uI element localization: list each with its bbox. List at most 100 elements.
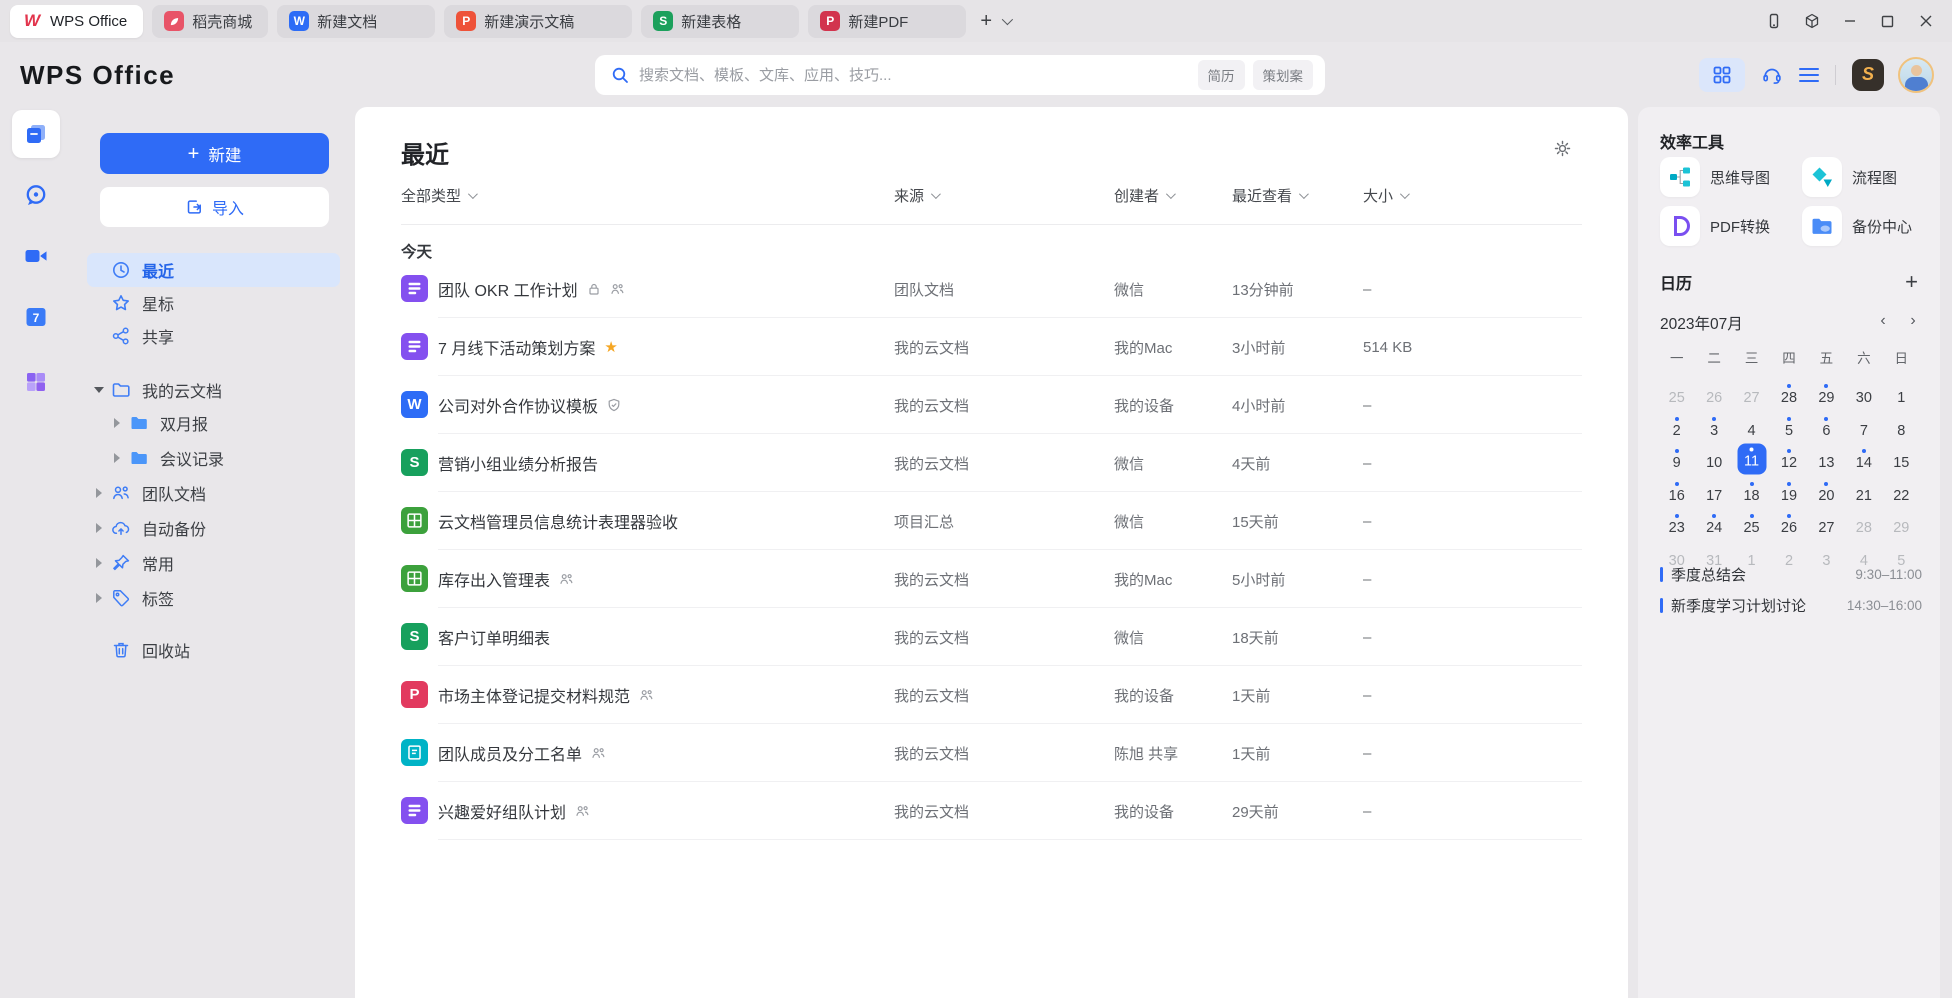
search-tag-resume[interactable]: 简历 [1198, 60, 1245, 90]
sidebar-item-meeting-notes[interactable]: 会议记录 [87, 441, 340, 475]
sidebar-item-my-cloud-docs[interactable]: 我的云文档 [87, 373, 340, 407]
app-tab-writer[interactable]: W新建文档 [277, 5, 435, 38]
sidebar-item-frequent[interactable]: 常用 [87, 546, 340, 580]
calendar-day[interactable]: 5 [1770, 410, 1807, 443]
calendar-day[interactable]: 15 [1883, 443, 1920, 476]
minimize-window-button[interactable] [1841, 13, 1858, 30]
sidebar-item-recent[interactable]: 最近 [87, 253, 340, 287]
calendar-day[interactable]: 8 [1883, 410, 1920, 443]
app-tab-docer[interactable]: 稻壳商城 [152, 5, 268, 38]
tool-mindmap[interactable]: 思维导图 [1660, 157, 1770, 197]
tool-backup-center[interactable]: 备份中心 [1802, 206, 1912, 246]
calendar-day-selected[interactable]: 11 [1733, 443, 1770, 476]
search-tag-plan[interactable]: 策划案 [1253, 60, 1314, 90]
rail-item-meeting[interactable] [12, 232, 60, 280]
sidebar-item-team-docs[interactable]: 团队文档 [87, 476, 340, 510]
filter-viewed[interactable]: 最近查看 [1232, 185, 1306, 206]
search-input[interactable] [639, 67, 1190, 84]
vip-badge-icon[interactable]: S [1852, 59, 1884, 91]
calendar-day[interactable]: 23 [1658, 508, 1695, 541]
calendar-day[interactable]: 16 [1658, 475, 1695, 508]
file-row[interactable]: W公司对外合作协议模板我的云文档我的设备4小时前– [355, 376, 1628, 434]
app-tab-spreadsheet[interactable]: S新建表格 [641, 5, 799, 38]
calendar-add-button[interactable]: + [1905, 271, 1918, 293]
app-tab-wps-home[interactable]: WWPS Office [10, 5, 143, 38]
file-row[interactable]: S客户订单明细表我的云文档微信18天前– [355, 608, 1628, 666]
calendar-day[interactable]: 6 [1808, 410, 1845, 443]
calendar-day[interactable]: 26 [1770, 508, 1807, 541]
caret-right-icon[interactable] [87, 523, 111, 533]
sidebar-item-bimonthly-report[interactable]: 双月报 [87, 406, 340, 440]
calendar-day[interactable]: 17 [1695, 475, 1732, 508]
calendar-day[interactable]: 21 [1845, 475, 1882, 508]
tab-list-chevron-icon[interactable] [1002, 14, 1013, 25]
calendar-day[interactable]: 12 [1770, 443, 1807, 476]
calendar-day[interactable]: 18 [1733, 475, 1770, 508]
rail-item-apps[interactable] [12, 358, 60, 406]
calendar-day[interactable]: 29 [1883, 508, 1920, 541]
file-row[interactable]: 团队成员及分工名单我的云文档陈旭 共享1天前– [355, 724, 1628, 782]
file-row[interactable]: 云文档管理员信息统计表理器验收项目汇总微信15天前– [355, 492, 1628, 550]
calendar-day[interactable]: 4 [1733, 410, 1770, 443]
file-row[interactable]: 团队 OKR 工作计划团队文档微信13分钟前– [355, 260, 1628, 318]
mobile-window-button[interactable] [1765, 13, 1782, 30]
caret-right-icon[interactable] [87, 593, 111, 603]
tool-flowchart[interactable]: 流程图 [1802, 157, 1897, 197]
calendar-day[interactable]: 30 [1845, 378, 1882, 411]
calendar-day[interactable]: 13 [1808, 443, 1845, 476]
caret-down-icon[interactable] [87, 387, 111, 393]
calendar-day[interactable]: 27 [1733, 378, 1770, 411]
rail-item-calendar[interactable]: 7 [12, 293, 60, 341]
calendar-day[interactable]: 9 [1658, 443, 1695, 476]
calendar-day[interactable]: 2 [1658, 410, 1695, 443]
calendar-day[interactable]: 10 [1695, 443, 1732, 476]
calendar-day[interactable]: 20 [1808, 475, 1845, 508]
calendar-prev-icon[interactable]: ‹ [1874, 312, 1892, 330]
tool-pdf-convert[interactable]: PDF转换 [1660, 206, 1770, 246]
calendar-day[interactable]: 7 [1845, 410, 1882, 443]
calendar-day[interactable]: 26 [1695, 378, 1732, 411]
app-tab-pdf[interactable]: P新建PDF [808, 5, 966, 38]
calendar-event[interactable]: 新季度学习计划讨论 14:30–16:00 [1660, 590, 1922, 621]
settings-gear-icon[interactable] [1553, 139, 1572, 158]
new-tab-button[interactable]: + [980, 11, 992, 31]
filter-size[interactable]: 大小 [1363, 185, 1407, 206]
calendar-day[interactable]: 25 [1658, 378, 1695, 411]
calendar-day[interactable]: 19 [1770, 475, 1807, 508]
new-document-button[interactable]: + 新建 [100, 133, 329, 174]
filter-creator[interactable]: 创建者 [1114, 185, 1173, 206]
calendar-day[interactable]: 1 [1883, 378, 1920, 411]
sidebar-item-auto-backup[interactable]: 自动备份 [87, 511, 340, 545]
calendar-day[interactable]: 29 [1808, 378, 1845, 411]
rail-item-chat[interactable] [12, 171, 60, 219]
avatar[interactable] [1898, 57, 1934, 93]
calendar-day[interactable]: 25 [1733, 508, 1770, 541]
calendar-event[interactable]: 季度总结会 9:30–11:00 [1660, 559, 1922, 590]
app-tab-presentation[interactable]: P新建演示文稿 [444, 5, 632, 38]
sidebar-item-tags[interactable]: 标签 [87, 581, 340, 615]
main-menu-icon[interactable] [1799, 67, 1819, 83]
calendar-day[interactable]: 22 [1883, 475, 1920, 508]
apps-grid-button[interactable] [1699, 58, 1745, 92]
caret-right-icon[interactable] [87, 558, 111, 568]
file-row[interactable]: S营销小组业绩分析报告我的云文档微信4天前– [355, 434, 1628, 492]
calendar-day[interactable]: 28 [1770, 378, 1807, 411]
import-button[interactable]: 导入 [100, 187, 329, 227]
rail-item-docs[interactable] [12, 110, 60, 158]
close-window-button[interactable] [1917, 13, 1934, 30]
calendar-day[interactable]: 28 [1845, 508, 1882, 541]
calendar-day[interactable]: 24 [1695, 508, 1732, 541]
caret-right-icon[interactable] [87, 488, 111, 498]
file-row[interactable]: 兴趣爱好组队计划我的云文档我的设备29天前– [355, 782, 1628, 840]
caret-right-icon[interactable] [105, 453, 129, 463]
sidebar-item-trash[interactable]: 回收站 [87, 633, 340, 667]
search-bar[interactable]: 简历 策划案 [595, 55, 1325, 95]
file-row[interactable]: 7 月线下活动策划方案★我的云文档我的Mac3小时前514 KB [355, 318, 1628, 376]
box-window-button[interactable] [1803, 13, 1820, 30]
maximize-window-button[interactable] [1879, 13, 1896, 30]
support-headset-icon[interactable] [1761, 64, 1783, 86]
sidebar-item-starred[interactable]: 星标 [87, 286, 340, 320]
calendar-day[interactable]: 14 [1845, 443, 1882, 476]
calendar-next-icon[interactable]: › [1904, 312, 1922, 330]
file-row[interactable]: P市场主体登记提交材料规范我的云文档我的设备1天前– [355, 666, 1628, 724]
